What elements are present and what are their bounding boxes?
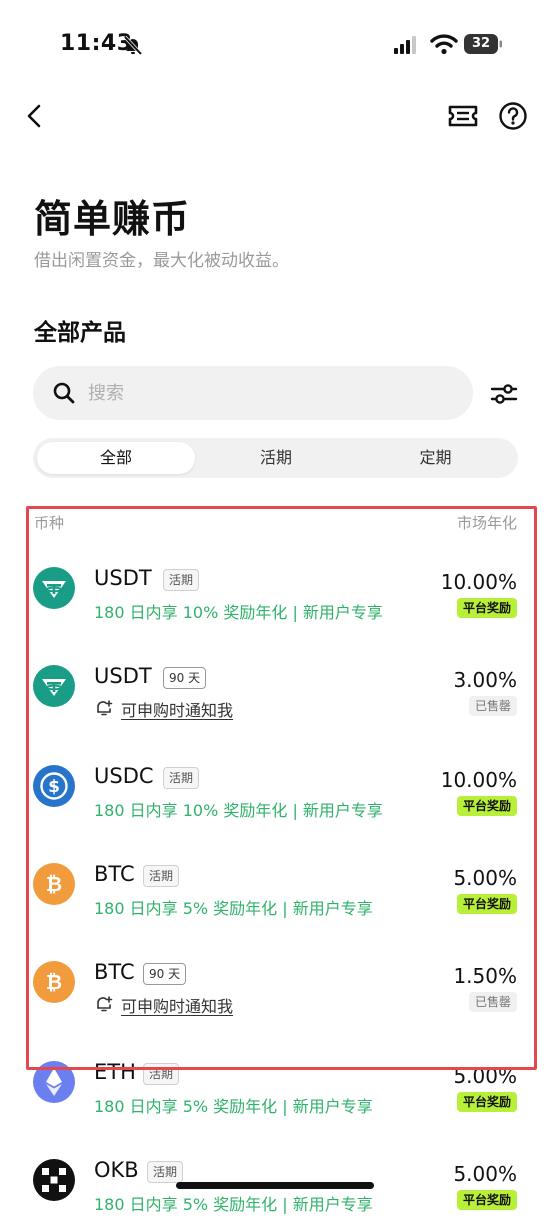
tab-fixed[interactable]: 定期 [357, 442, 514, 474]
coupon-icon[interactable] [446, 100, 480, 132]
search-icon [53, 382, 75, 404]
tab-flexible[interactable]: 活期 [197, 442, 355, 474]
page-subtitle: 借出闲置资金，最大化被动收益。 [34, 251, 289, 271]
okb-icon [33, 1159, 75, 1201]
highlight-frame [26, 506, 537, 1070]
search-input[interactable] [88, 370, 448, 416]
coin-name: OKB [94, 1158, 139, 1182]
wifi-icon [430, 34, 458, 55]
back-icon[interactable] [22, 100, 50, 132]
home-indicator [176, 1182, 374, 1189]
page-title: 简单赚币 [34, 197, 191, 241]
bell-muted-icon [123, 35, 143, 56]
promo-text: 180 日内享 5% 奖励年化 | 新用户专享 [94, 1097, 373, 1116]
battery-level: 32 [471, 36, 491, 51]
reward-badge: 平台奖励 [456, 1190, 517, 1210]
help-icon[interactable] [497, 100, 529, 132]
reward-badge: 平台奖励 [456, 1092, 517, 1112]
promo-text: 180 日内享 5% 奖励年化 | 新用户专享 [94, 1195, 373, 1214]
signal-icon [394, 36, 416, 54]
filter-icon[interactable] [489, 380, 519, 408]
term-tag: 活期 [147, 1161, 184, 1183]
section-title: 全部产品 [34, 320, 126, 346]
apr-rate: 5.00% [453, 1162, 517, 1186]
tab-all[interactable]: 全部 [37, 442, 195, 474]
